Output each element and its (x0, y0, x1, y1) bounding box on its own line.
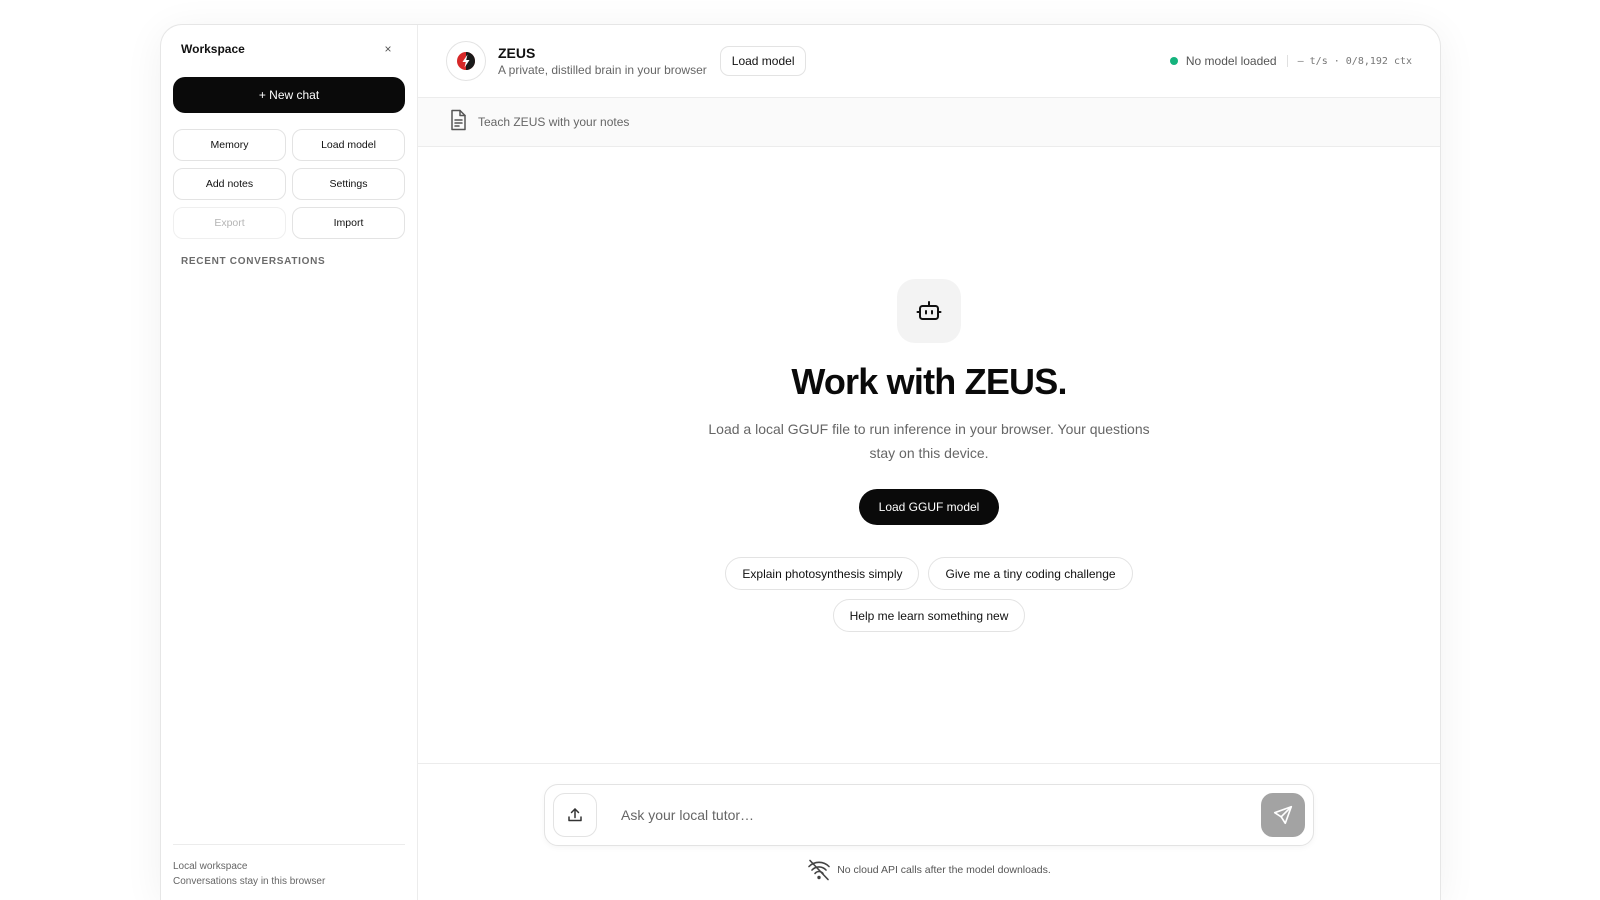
recent-conversations-heading: RECENT CONVERSATIONS (181, 256, 326, 267)
sidebar-actions: Memory Load model Add notes Settings Exp… (173, 129, 405, 239)
hero-title: Work with ZEUS. (791, 361, 1067, 402)
zeus-logo-icon (446, 41, 486, 81)
export-button[interactable]: Export (173, 207, 286, 239)
document-icon (448, 109, 468, 136)
app-subtitle: A private, distilled brain in your brows… (498, 63, 707, 77)
app-name: ZEUS (498, 45, 536, 61)
offline-note-text: No cloud API calls after the model downl… (837, 864, 1051, 876)
suggestion-chip[interactable]: Explain photosynthesis simply (725, 557, 920, 590)
brand: ZEUS A private, distilled brain in your … (498, 45, 707, 77)
sidebar-load-model-button[interactable]: Load model (292, 129, 405, 161)
memory-button[interactable]: Memory (173, 129, 286, 161)
load-gguf-model-button[interactable]: Load GGUF model (858, 489, 1000, 525)
composer-area: No cloud API calls after the model downl… (418, 763, 1440, 900)
status-text: No model loaded (1185, 54, 1277, 68)
footer-workspace-label: Local workspace (173, 861, 248, 872)
notes-bar[interactable]: Teach ZEUS with your notes (418, 98, 1440, 147)
chat-input[interactable] (621, 807, 1261, 823)
sidebar: Workspace × + New chat Memory Load model… (161, 25, 418, 900)
suggestion-chips: Explain photosynthesis simply Give me a … (719, 557, 1139, 632)
offline-note: No cloud API calls after the model downl… (418, 859, 1440, 881)
main-panel: ZEUS A private, distilled brain in your … (418, 25, 1440, 900)
suggestion-chip[interactable]: Help me learn something new (832, 599, 1026, 632)
app-window: Workspace × + New chat Memory Load model… (160, 24, 1441, 900)
no-wifi-icon (808, 859, 830, 881)
sidebar-footer: Local workspace Conversations stay in th… (173, 844, 405, 900)
suggestion-chip[interactable]: Give me a tiny coding challenge (928, 557, 1133, 590)
hero-description: Load a local GGUF file to run inference … (708, 421, 1150, 461)
footer-privacy-note: Conversations stay in this browser (173, 876, 326, 887)
top-bar: ZEUS A private, distilled brain in your … (418, 25, 1440, 98)
upload-button[interactable] (553, 793, 597, 837)
status-dot-icon (1169, 57, 1178, 65)
sidebar-title: Workspace (181, 42, 245, 56)
composer (544, 784, 1314, 846)
upload-icon (568, 808, 582, 822)
robot-icon (897, 279, 961, 343)
notes-bar-text: Teach ZEUS with your notes (478, 115, 630, 129)
add-notes-button[interactable]: Add notes (173, 168, 286, 200)
status-divider (1286, 55, 1288, 67)
settings-button[interactable]: Settings (292, 168, 405, 200)
model-status: No model loaded — t/s · 0/8,192 ctx (1169, 54, 1412, 68)
header-load-model-button[interactable]: Load model (719, 46, 807, 76)
close-sidebar-icon[interactable]: × (379, 40, 397, 58)
new-chat-button[interactable]: + New chat (173, 77, 405, 113)
throughput-metrics: — t/s · 0/8,192 ctx (1297, 55, 1412, 67)
import-button[interactable]: Import (292, 207, 405, 239)
send-button[interactable] (1261, 793, 1305, 837)
send-icon (1273, 805, 1293, 825)
sidebar-header: Workspace × (173, 25, 405, 73)
empty-state: Work with ZEUS. Load a local GGUF file t… (418, 279, 1440, 632)
